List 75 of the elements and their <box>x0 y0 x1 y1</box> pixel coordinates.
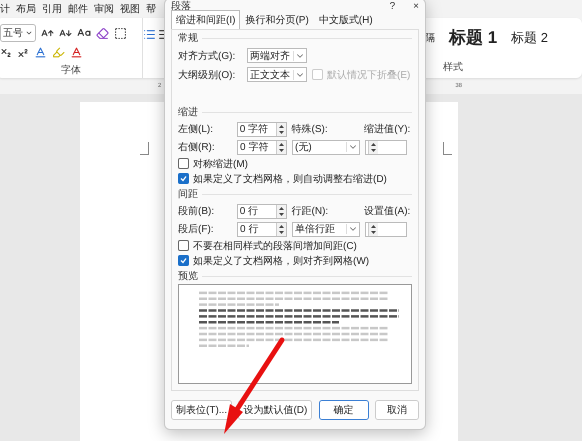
spin-field[interactable]: 0 行 <box>237 222 287 236</box>
field-label: 段前(B): <box>178 205 216 218</box>
checkbox-label: 不要在相同样式的段落间增加间距(C) <box>193 240 357 252</box>
section-heading: 预览 <box>178 270 198 283</box>
spin-arrows-icon <box>276 140 286 154</box>
field-label: 设置值(A): <box>364 204 412 218</box>
field-label: 大纲级别(O): <box>178 68 236 82</box>
checkbox[interactable] <box>178 255 189 266</box>
spin-arrows-icon <box>368 140 378 154</box>
chevron-icon <box>25 29 33 37</box>
crop-mark <box>140 142 149 155</box>
menu-tab[interactable]: 帮 <box>146 2 156 16</box>
group-label: 字体 <box>61 64 81 77</box>
tab[interactable]: 缩进和间距(I) <box>171 10 240 29</box>
subscript-icon[interactable] <box>0 46 12 58</box>
chevron-icon <box>293 50 306 60</box>
menu-tab[interactable]: 邮件 <box>68 2 88 16</box>
spin-arrows-icon <box>368 222 378 236</box>
dropdown[interactable]: 两端对齐 <box>247 48 307 63</box>
menu-tab[interactable]: 引用 <box>42 2 62 16</box>
border-icon[interactable] <box>114 26 127 40</box>
help-button[interactable]: ? <box>390 0 396 12</box>
group-label: 样式 <box>443 60 463 74</box>
spin-field[interactable] <box>365 222 407 236</box>
checkbox[interactable] <box>178 240 189 251</box>
dialog-title: 段落 <box>171 0 191 13</box>
field-label: 右侧(R): <box>178 141 216 154</box>
tab[interactable]: 换行和分页(P) <box>240 10 314 29</box>
spin-arrows-icon <box>276 204 286 218</box>
menu-tab[interactable]: 视图 <box>120 2 140 16</box>
spin-field[interactable]: 0 字符 <box>236 122 287 136</box>
menu-tab[interactable]: 布局 <box>16 2 36 16</box>
text-effect-icon[interactable] <box>34 46 47 59</box>
field-label: 特殊(S): <box>292 122 329 136</box>
field-label: 缩进值(Y): <box>364 122 412 136</box>
dialog-button[interactable]: 确定 <box>318 400 369 420</box>
section-heading: 间距 <box>178 188 198 201</box>
field-label: 对齐方式(G): <box>178 50 236 62</box>
dropdown[interactable]: (无) <box>292 140 360 154</box>
spin-field[interactable]: 0 字符 <box>237 140 287 154</box>
checkbox[interactable] <box>178 158 189 169</box>
font-size-dropdown[interactable]: 五号 <box>0 24 36 42</box>
eraser-icon[interactable] <box>96 26 109 40</box>
dialog-button[interactable]: 设为默认值(D) <box>238 400 312 420</box>
style-item[interactable]: 标题 2 <box>511 28 548 46</box>
spin-arrows-icon <box>276 222 286 236</box>
field-label: 左侧(L): <box>178 123 214 136</box>
field-label: 行距(N): <box>292 205 330 218</box>
field-label: 段后(F): <box>178 222 215 236</box>
checkbox-label: 默认情况下折叠(E) <box>327 68 410 82</box>
crop-mark <box>443 142 452 155</box>
spin-field[interactable] <box>365 140 407 154</box>
checkbox-label: 如果定义了文档网格，则对齐到网格(W) <box>193 254 370 268</box>
chevron-icon <box>346 224 359 234</box>
menu-tab[interactable]: 审阅 <box>94 2 114 16</box>
spin-field[interactable]: 0 行 <box>236 204 287 218</box>
checkbox[interactable] <box>178 173 189 184</box>
superscript-icon[interactable] <box>17 46 29 58</box>
chevron-icon <box>346 142 359 152</box>
dropdown[interactable]: 正文文本 <box>247 67 307 82</box>
section-heading: 常规 <box>178 32 198 45</box>
checkbox-label: 如果定义了文档网格，则自动调整右缩进(D) <box>193 172 387 186</box>
dialog-button[interactable]: 制表位(T)... <box>171 400 232 420</box>
close-button[interactable]: × <box>413 0 419 12</box>
list-icon[interactable] <box>143 28 156 41</box>
style-item[interactable]: 标题 1 <box>449 26 498 49</box>
menu-tab[interactable]: 计 <box>0 2 10 16</box>
dialog-button[interactable]: 取消 <box>374 400 419 420</box>
checkbox-label: 对称缩进(M) <box>193 158 248 170</box>
tab[interactable]: 中文版式(H) <box>314 10 378 29</box>
spin-arrows-icon <box>276 122 286 136</box>
font-color-icon[interactable] <box>70 46 83 59</box>
section-heading: 缩进 <box>178 106 198 119</box>
chevron-icon <box>293 70 306 80</box>
dropdown[interactable]: 单倍行距 <box>292 222 360 236</box>
